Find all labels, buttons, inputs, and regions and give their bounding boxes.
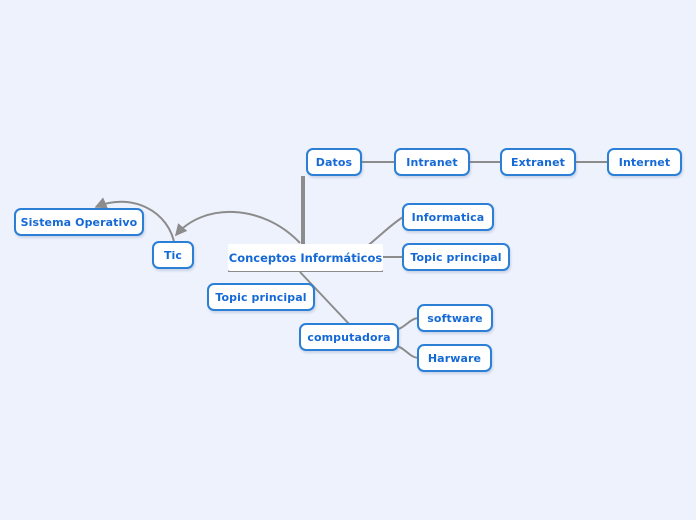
- node-sistema-operativo-label: Sistema Operativo: [20, 215, 138, 229]
- node-extranet[interactable]: Extranet: [500, 148, 576, 176]
- node-software-label: software: [427, 311, 483, 325]
- node-computadora-label: computadora: [307, 330, 391, 344]
- node-topic-principal-left-label: Topic principal: [215, 290, 307, 304]
- node-root-conceptos-informaticos[interactable]: Conceptos Informáticos: [228, 244, 383, 271]
- node-computadora[interactable]: computadora: [299, 323, 399, 351]
- node-tic[interactable]: Tic: [152, 241, 194, 269]
- mindmap-canvas[interactable]: Datos Intranet Extranet Internet Informa…: [0, 0, 696, 520]
- node-informatica[interactable]: Informatica: [402, 203, 494, 231]
- node-topic-principal-left[interactable]: Topic principal: [207, 283, 315, 311]
- node-intranet[interactable]: Intranet: [394, 148, 470, 176]
- node-internet-label: Internet: [618, 155, 671, 169]
- node-sistema-operativo[interactable]: Sistema Operativo: [14, 208, 144, 236]
- node-internet[interactable]: Internet: [607, 148, 682, 176]
- node-extranet-label: Extranet: [510, 155, 566, 169]
- node-datos-label: Datos: [315, 155, 353, 169]
- node-intranet-label: Intranet: [406, 155, 458, 169]
- node-harware[interactable]: Harware: [417, 344, 492, 372]
- edge-arrow-to-tic: [174, 210, 301, 244]
- node-topic-principal-right-label: Topic principal: [410, 250, 502, 264]
- node-software[interactable]: software: [417, 304, 493, 332]
- node-harware-label: Harware: [427, 351, 482, 365]
- node-datos[interactable]: Datos: [306, 148, 362, 176]
- node-informatica-label: Informatica: [411, 210, 485, 224]
- node-tic-label: Tic: [163, 248, 183, 262]
- node-topic-principal-right[interactable]: Topic principal: [402, 243, 510, 271]
- node-root-label: Conceptos Informáticos: [228, 250, 383, 265]
